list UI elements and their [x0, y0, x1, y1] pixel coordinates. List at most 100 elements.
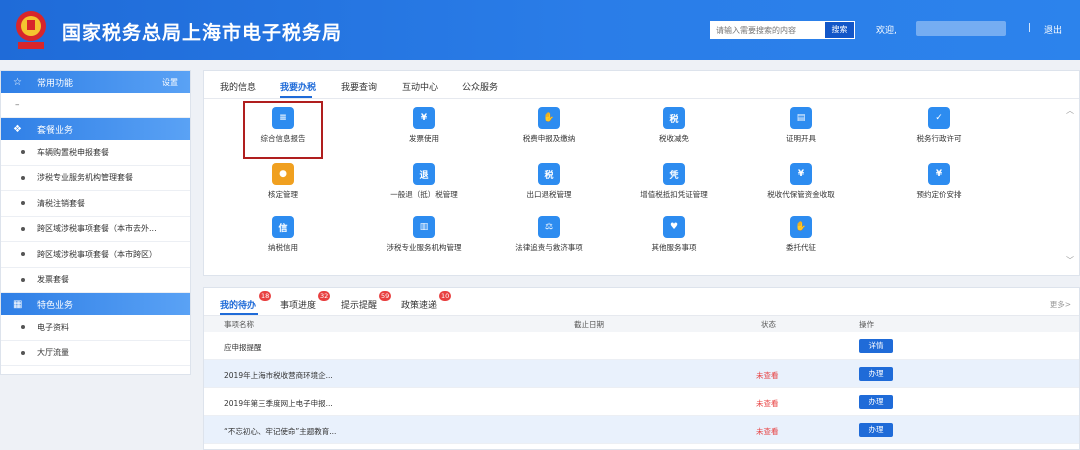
refund-icon: 退 [413, 163, 435, 185]
invoice-icon: ¥ [413, 107, 435, 129]
table-row[interactable]: 2019年第三季度网上电子申报... 未查看 办理 [204, 388, 1079, 416]
service-item-label: 其他服务事项 [651, 243, 697, 252]
handle-button[interactable]: 办理 [859, 367, 893, 381]
search-button[interactable]: 搜索 [824, 21, 855, 39]
tab-query[interactable]: 我要查询 [341, 80, 377, 93]
scroll-down-icon[interactable]: ﹀ [1066, 255, 1074, 266]
active-tab-underline [220, 313, 258, 315]
delegate-icon: ✋ [790, 216, 812, 238]
sidebar-item-label: 涉税专业服务机构管理套餐 [37, 173, 133, 183]
progress-badge: 32 [318, 291, 331, 301]
handle-button[interactable]: 办理 [859, 423, 893, 437]
service-item[interactable]: ▥ 涉税专业服务机构管理 [369, 216, 479, 253]
row-name: 2019年第三季度网上电子申报... [224, 399, 333, 408]
special-business-header[interactable]: ▦ 特色业务 [1, 293, 190, 315]
package-business-header[interactable]: ❖ 套餐业务 [1, 118, 190, 140]
tab-my-todo[interactable]: 我的待办 [220, 298, 256, 311]
service-item[interactable]: ⚖ 法律追责与救济事项 [494, 216, 604, 253]
row-name: 2019年上海市税收营商环境企... [224, 371, 333, 380]
common-functions-header[interactable]: ☆ 常用功能 设置 [1, 71, 190, 93]
sidebar-item[interactable]: 车辆购置税申报套餐 [1, 140, 190, 166]
sidebar-item[interactable]: 电子资料 [1, 315, 190, 341]
service-item[interactable]: 退一般退（抵）税管理 [369, 163, 479, 200]
approve-icon: ● [272, 163, 294, 185]
tab-reminders[interactable]: 提示提醒 [341, 298, 377, 311]
header-separator: | [1028, 23, 1032, 33]
certificate-icon: ▤ [790, 107, 812, 129]
service-item[interactable]: ▤ 证明开具 [746, 107, 856, 144]
tab-progress[interactable]: 事项进度 [280, 298, 316, 311]
service-item-label: 涉税专业服务机构管理 [386, 243, 462, 252]
tab-public-service[interactable]: 公众服务 [462, 80, 498, 93]
common-functions-title: 常用功能 [37, 78, 74, 89]
service-item-label: 增值税抵扣凭证管理 [640, 190, 708, 199]
grid-icon: ▦ [13, 298, 23, 310]
search-input[interactable] [710, 21, 824, 39]
highlight-box [243, 101, 323, 159]
agency-icon: ▥ [413, 216, 435, 238]
sidebar-item-label: 跨区域涉税事项套餐（本市跨区） [37, 249, 157, 259]
col-deadline: 截止日期 [574, 320, 604, 329]
scroll-up-icon[interactable]: ︿ [1066, 105, 1074, 116]
common-functions-empty: – [1, 93, 190, 118]
welcome-text: 欢迎, [876, 26, 897, 36]
tax-services-panel: 我的信息 我要办税 我要查询 互动中心 公众服务 ≡ 综合信息报告 ¥ 发票使用 ✋ 税费… [203, 70, 1080, 276]
table-row[interactable]: “不忘初心、牢记使命”主题教育... 未查看 办理 [204, 416, 1079, 444]
col-status: 状态 [761, 320, 776, 329]
tab-tax-handling[interactable]: 我要办税 [280, 80, 316, 93]
national-emblem-icon [16, 11, 46, 49]
sidebar-item[interactable]: 发票套餐 [1, 268, 190, 293]
service-item[interactable]: 凭增值税抵扣凭证管理 [619, 163, 729, 200]
service-item-label: 预约定价安排 [916, 190, 962, 199]
handle-button[interactable]: 办理 [859, 395, 893, 409]
tax-reduce-icon: 税 [663, 107, 685, 129]
sidebar-item[interactable]: 跨区域涉税事项套餐（本市跨区） [1, 242, 190, 268]
bullet-icon [21, 325, 25, 330]
bullet-icon [21, 350, 25, 355]
bullet-icon [21, 226, 25, 231]
sidebar: ☆ 常用功能 设置 – ❖ 套餐业务 车辆购置税申报套餐 涉税专业服务机构管理套… [0, 70, 191, 375]
service-item-label: 一般退（抵）税管理 [390, 190, 458, 199]
more-link[interactable]: 更多> [1050, 299, 1071, 310]
service-item[interactable]: ¥ 发票使用 [369, 107, 479, 144]
calendar-icon: ¥ [928, 163, 950, 185]
detail-button[interactable]: 详情 [859, 339, 893, 353]
service-item[interactable]: ¥ 预约定价安排 [884, 163, 994, 200]
service-item[interactable]: ● 核定管理 [228, 163, 338, 200]
service-item-label: 税务行政许可 [916, 134, 962, 143]
package-business-title: 套餐业务 [37, 125, 74, 136]
logout-link[interactable]: 退出 [1044, 23, 1062, 36]
sidebar-item[interactable]: 清税注销套餐 [1, 191, 190, 217]
service-item-label: 税费申报及缴纳 [522, 134, 576, 143]
sidebar-item-label: 发票套餐 [37, 275, 69, 285]
license-icon: ✓ [928, 107, 950, 129]
sidebar-item[interactable]: 跨区域涉税事项套餐（本市去外... [1, 217, 190, 242]
service-item-label: 委托代征 [786, 243, 816, 252]
service-item-label: 核定管理 [268, 190, 298, 199]
todo-tabs: 我的待办 18 事项进度 32 提示提醒 59 政策速递 10 更多> [204, 288, 1079, 316]
sidebar-item[interactable]: 涉税专业服务机构管理套餐 [1, 166, 190, 191]
service-item[interactable]: ¥ 税收代保管资金收取 [746, 163, 856, 200]
settings-link[interactable]: 设置 [162, 77, 178, 88]
tab-policy[interactable]: 政策速递 [401, 298, 437, 311]
service-item[interactable]: ✓ 税务行政许可 [884, 107, 994, 144]
service-item[interactable]: ♥ 其他服务事项 [619, 216, 729, 253]
active-tab-underline [280, 96, 312, 98]
service-item-label: 税收代保管资金收取 [767, 190, 835, 199]
service-item-label: 法律追责与救济事项 [515, 243, 583, 252]
row-status: 未查看 [756, 427, 779, 436]
table-row[interactable]: 应申报提醒 详情 [204, 332, 1079, 360]
sidebar-item[interactable]: 大厅流量 [1, 341, 190, 366]
todo-panel: 我的待办 18 事项进度 32 提示提醒 59 政策速递 10 更多> 事项名称… [203, 287, 1080, 450]
service-item[interactable]: 信纳税信用 [228, 216, 338, 253]
table-row[interactable]: 2019年上海市税收营商环境企... 未查看 办理 [204, 360, 1079, 388]
service-item[interactable]: 税税收减免 [619, 107, 729, 144]
service-item[interactable]: ✋ 税费申报及缴纳 [494, 107, 604, 144]
sidebar-item-label: 车辆购置税申报套餐 [37, 147, 109, 157]
service-item[interactable]: ✋ 委托代征 [746, 216, 856, 253]
layers-icon: ❖ [13, 123, 22, 135]
tab-my-info[interactable]: 我的信息 [220, 80, 256, 93]
tab-interaction[interactable]: 互动中心 [402, 80, 438, 93]
service-item[interactable]: 税出口退税管理 [494, 163, 604, 200]
sidebar-item-label: 大厅流量 [37, 348, 69, 358]
